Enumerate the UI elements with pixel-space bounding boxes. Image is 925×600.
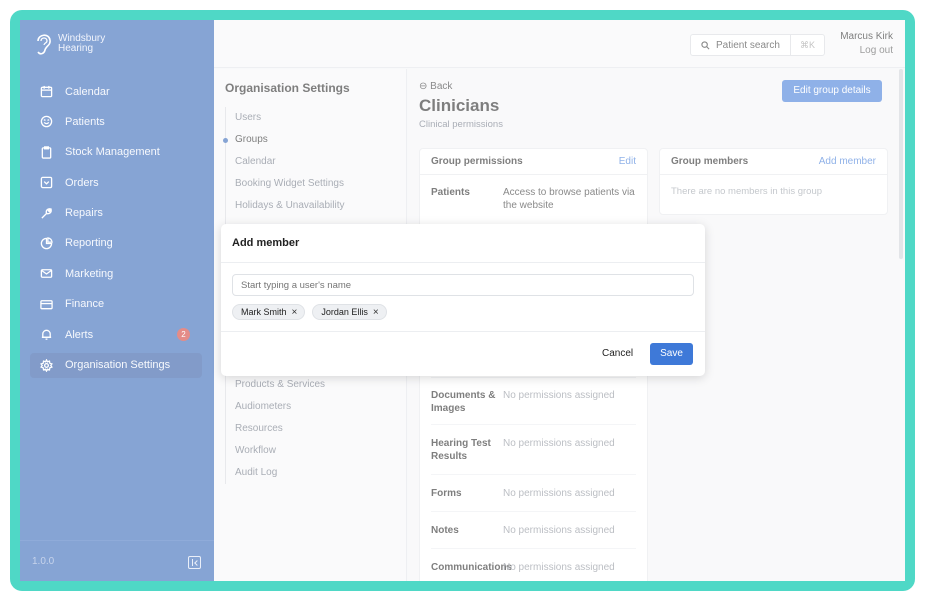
save-button[interactable]: Save <box>650 343 693 365</box>
cancel-button[interactable]: Cancel <box>602 348 633 359</box>
dialog-footer-divider <box>221 331 705 332</box>
dialog-title: Add member <box>232 237 300 249</box>
selected-user-chip: Jordan Ellis × <box>312 304 387 320</box>
dialog-divider <box>221 262 705 263</box>
selected-users: Mark Smith × Jordan Ellis × <box>232 304 387 320</box>
remove-chip-icon[interactable]: × <box>373 307 379 318</box>
selected-user-chip: Mark Smith × <box>232 304 306 320</box>
chip-label: Jordan Ellis <box>321 307 368 317</box>
user-name-search-input[interactable] <box>232 274 694 296</box>
chip-label: Mark Smith <box>241 307 287 317</box>
remove-chip-icon[interactable]: × <box>292 307 298 318</box>
add-member-dialog: Add member Mark Smith × Jordan Ellis × C… <box>221 224 705 376</box>
